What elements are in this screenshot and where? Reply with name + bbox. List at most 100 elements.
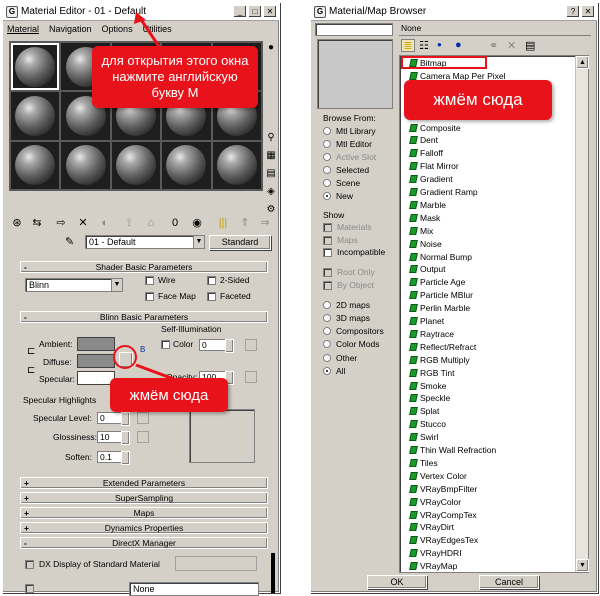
radio-all[interactable] xyxy=(323,367,331,375)
delete-icon[interactable]: ✕ xyxy=(507,39,516,52)
incompatible-checkbox[interactable] xyxy=(323,248,332,257)
put-to-scene-icon[interactable]: ⇆ xyxy=(29,215,45,231)
clear-icon[interactable]: ▤ xyxy=(525,39,535,52)
sample-slot[interactable] xyxy=(61,141,110,189)
root-only-checkbox[interactable] xyxy=(323,268,332,277)
sample-slot[interactable] xyxy=(11,92,60,140)
view-large-icons-icon[interactable]: ● xyxy=(455,39,462,51)
enable-plugin-checkbox[interactable] xyxy=(25,584,34,593)
sample-slot[interactable] xyxy=(212,141,261,189)
sample-slot[interactable] xyxy=(11,141,60,189)
map-list-item[interactable]: Falloff xyxy=(409,147,443,159)
map-list-item[interactable]: Planet xyxy=(409,315,444,327)
radio-mtl-editor[interactable] xyxy=(323,140,331,148)
radio-compositors[interactable] xyxy=(323,327,331,335)
map-list-item[interactable]: VRayColor xyxy=(409,496,461,508)
radio-scene[interactable] xyxy=(323,179,331,187)
opacity-map-button[interactable] xyxy=(245,371,257,383)
map-list-item[interactable]: Vertex Color xyxy=(409,470,467,482)
get-material-icon[interactable]: ⊛ xyxy=(9,215,25,231)
radio-other[interactable] xyxy=(323,354,331,362)
menu-material[interactable]: Material xyxy=(7,24,39,34)
supersampling-rollout[interactable]: + SuperSampling xyxy=(20,492,268,504)
chevron-down-icon[interactable]: ▼ xyxy=(111,279,122,291)
map-list-item[interactable]: Particle MBlur xyxy=(409,289,473,301)
diffuse-map-button[interactable] xyxy=(119,352,133,368)
vertical-scrollbar[interactable] xyxy=(271,553,275,593)
map-list-item[interactable]: Smoke xyxy=(409,380,446,392)
close-icon[interactable]: ✕ xyxy=(263,5,277,18)
self-illum-map-button[interactable] xyxy=(245,339,257,351)
map-list-item[interactable]: Normal Bump xyxy=(409,251,472,263)
map-list-item[interactable]: Mix xyxy=(409,225,433,237)
search-field[interactable] xyxy=(315,23,393,36)
map-list-item[interactable]: Reflect/Refract xyxy=(409,341,476,353)
wire-checkbox[interactable] xyxy=(145,276,154,285)
map-list-item[interactable]: Thin Wall Refraction xyxy=(409,444,496,456)
map-list-item[interactable]: Perlin Marble xyxy=(409,302,470,314)
glossiness-map-button[interactable] xyxy=(137,431,149,443)
pick-material-icon[interactable]: ✎ xyxy=(65,235,74,248)
maps-checkbox[interactable] xyxy=(323,236,332,245)
assign-to-selection-icon[interactable]: ⇨ xyxy=(53,215,69,231)
directx-manager-rollout[interactable]: - DirectX Manager xyxy=(20,537,268,549)
radio-active-slot[interactable] xyxy=(323,153,331,161)
map-list-item[interactable]: Noise xyxy=(409,238,442,250)
specular-level-spinner[interactable]: 0 xyxy=(97,412,130,426)
map-list-item[interactable]: VRayMap xyxy=(409,560,457,572)
help-icon[interactable]: ? xyxy=(566,5,580,18)
map-list-item[interactable]: Composite xyxy=(409,122,461,134)
background-icon[interactable]: ▦ xyxy=(264,149,278,163)
dx-display-checkbox[interactable] xyxy=(25,560,34,569)
diffuse-color-swatch[interactable] xyxy=(77,354,115,368)
cancel-button[interactable]: Cancel xyxy=(479,575,539,589)
extended-parameters-rollout[interactable]: + Extended Parameters xyxy=(20,477,268,489)
blinn-basic-rollout[interactable]: - Blinn Basic Parameters xyxy=(20,311,268,323)
glossiness-spinner[interactable]: 10 xyxy=(97,431,130,445)
radio-2d-maps[interactable] xyxy=(323,301,331,309)
scroll-down-icon[interactable]: ▼ xyxy=(576,559,589,572)
save-as-fx-button[interactable] xyxy=(175,556,257,571)
show-map-icon[interactable]: ◉ xyxy=(189,215,205,231)
by-object-checkbox[interactable] xyxy=(323,281,332,290)
radio-3d-maps[interactable] xyxy=(323,314,331,322)
map-list-item[interactable]: VRayDirt xyxy=(409,521,454,533)
update-scene-icon[interactable]: ⚭ xyxy=(489,39,498,52)
menu-options[interactable]: Options xyxy=(102,24,133,34)
sample-slot[interactable] xyxy=(111,141,161,189)
map-list-item[interactable]: Swirl xyxy=(409,431,438,443)
put-to-library-icon[interactable]: ⌂ xyxy=(143,215,159,231)
radio-new[interactable] xyxy=(323,192,331,200)
materials-checkbox[interactable] xyxy=(323,223,332,232)
shader-select[interactable]: Blinn ▼ xyxy=(25,278,123,292)
go-to-parent-icon[interactable]: ⇑ xyxy=(237,215,253,231)
map-list-item[interactable]: Stucco xyxy=(409,418,446,430)
lock-diffuse-specular-icon[interactable]: ⊏ xyxy=(27,365,35,376)
map-list-item[interactable]: RGB Multiply xyxy=(409,354,470,366)
specular-level-map-button[interactable] xyxy=(137,412,149,424)
map-list-item[interactable]: VRayCompTex xyxy=(409,509,477,521)
ok-button[interactable]: OK xyxy=(367,575,427,589)
dynamics-properties-rollout[interactable]: + Dynamics Properties xyxy=(20,522,268,534)
self-illum-value-spinner[interactable]: 0 xyxy=(199,339,234,353)
face-map-checkbox[interactable] xyxy=(145,292,154,301)
radio-mtl-library[interactable] xyxy=(323,127,331,135)
map-list-item[interactable]: Splat xyxy=(409,405,439,417)
map-list-item[interactable]: Output xyxy=(409,263,446,275)
menu-navigation[interactable]: Navigation xyxy=(49,24,92,34)
map-list-item[interactable]: VRayBmpFilter xyxy=(409,483,477,495)
reset-icon[interactable]: ✕ xyxy=(75,215,91,231)
video-check-icon[interactable]: ◈ xyxy=(264,185,278,199)
map-list-item[interactable]: Marble xyxy=(409,199,446,211)
uv-tiling-icon[interactable]: ▤ xyxy=(264,167,278,181)
map-list-item[interactable]: Raytrace xyxy=(409,328,454,340)
material-editor-titlebar[interactable]: G Material Editor - 01 - Default _ □ ✕ xyxy=(3,3,279,21)
map-list-item[interactable]: Flat Mirror xyxy=(409,160,459,172)
map-browser-titlebar[interactable]: G Material/Map Browser ? ✕ xyxy=(311,3,597,21)
ambient-color-swatch[interactable] xyxy=(77,337,115,351)
map-list-item[interactable]: Gradient xyxy=(409,173,453,185)
faceted-checkbox[interactable] xyxy=(207,292,216,301)
view-list-icons-icon[interactable]: ☷ xyxy=(419,39,429,52)
map-list-item[interactable]: VRayEdgesTex xyxy=(409,534,478,546)
map-list-scrollbar[interactable]: ▲ ▼ xyxy=(575,56,589,572)
